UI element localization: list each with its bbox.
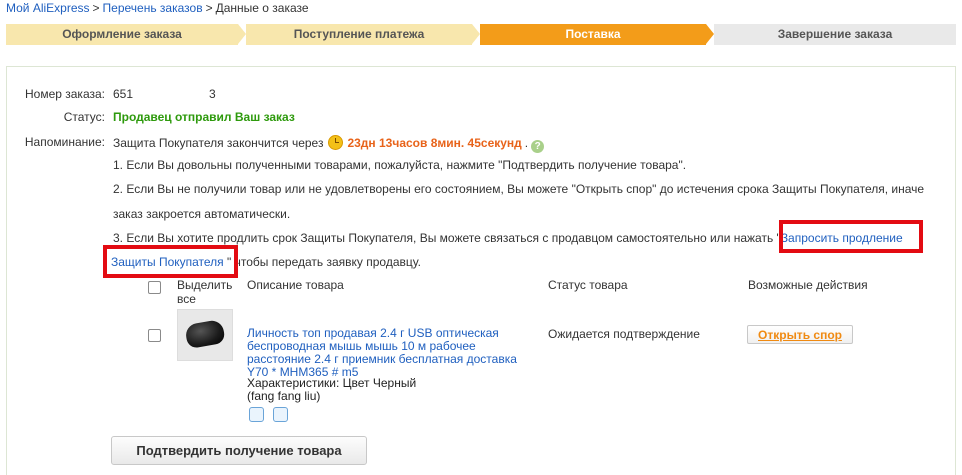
step-arrow [238,24,246,44]
confirm-receipt-button[interactable]: Подтвердить получение товара [111,436,367,465]
note-2-line-2: заказ закроется автоматически. [113,207,291,221]
step-label: Оформление заказа [62,27,182,41]
step-label: Поставка [565,27,621,41]
highlight-box-buyer-protection [103,245,238,278]
step-arrow [706,24,714,44]
column-status: Статус товара [548,278,628,292]
breadcrumb: Мой AliExpress > Перечень заказов > Данные о… [6,1,309,15]
note-2-line-1: 2. Если Вы не получили товар или не удов… [113,182,925,196]
note-3-text: 3. Если Вы хотите продлить срок Защиты П… [113,231,781,245]
step-label: Завершение заказа [777,27,893,41]
mouse-product-image [184,318,226,350]
countdown-dot: . [524,136,529,150]
order-number-label: Номер заказа: [24,87,105,101]
refresh-icon[interactable] [273,407,288,422]
step-delivery: Поставка [480,24,706,45]
select-all-line-2: все [177,292,196,306]
order-number-suffix: 3 [209,87,216,101]
breadcrumb-order-details: Данные о заказе [215,1,309,15]
status-value: Продавец отправил Ваш заказ [113,110,295,124]
order-number-prefix: 651 [113,87,134,101]
breadcrumb-my-aliexpress[interactable]: Мой AliExpress [6,1,90,15]
step-order-complete: Завершение заказа [714,24,956,45]
reminder-label: Напоминание: [24,135,105,149]
status-label: Статус: [63,110,105,124]
step-label: Поступление платежа [293,27,425,41]
help-icon[interactable]: ? [531,140,545,153]
breadcrumb-orders-list[interactable]: Перечень заказов [103,1,203,15]
clock-icon [328,135,344,150]
select-all-line-1: Выделить [177,278,233,292]
order-number-value: 651 3 [113,87,216,101]
item-checkbox[interactable] [148,329,161,342]
product-seller: (fang fang liu) [247,389,321,403]
breadcrumb-separator: > [92,1,100,15]
reminder-text-wrap: Защита Покупателя закончится через 23дн 1… [113,135,545,153]
breadcrumb-separator: > [205,1,213,15]
select-all-checkbox[interactable] [148,281,161,294]
step-order-placed: Оформление заказа [6,24,238,45]
note-3-tail: " чтобы передать заявку продавцу. [227,255,421,269]
step-payment-received: Поступление платежа [246,24,472,45]
reminder-text: Защита Покупателя закончится через [113,136,324,150]
alarm-clock-icon[interactable] [249,407,264,422]
product-title-link[interactable]: Личность топ продавая 2.4 г USB оптическ… [247,327,517,379]
protection-countdown: 23дн 13часов 8мин. 45секунд [347,136,522,150]
order-progress-steps: Оформление заказа Поступление платежа По… [6,24,956,45]
product-thumbnail[interactable] [177,309,233,361]
column-actions: Возможные действия [748,278,868,292]
highlight-box-request-extension [779,220,923,253]
note-1: 1. Если Вы довольны полученными товарами… [113,158,687,172]
item-status: Ожидается подтверждение [548,327,700,341]
select-all-label: Выделить все [177,278,232,306]
column-description: Описание товара [247,278,344,292]
step-arrow [472,24,480,44]
open-dispute-button[interactable]: Открыть спор [747,325,853,344]
order-details-panel: Номер заказа: 651 3 Статус: Продавец отпр… [6,66,956,475]
